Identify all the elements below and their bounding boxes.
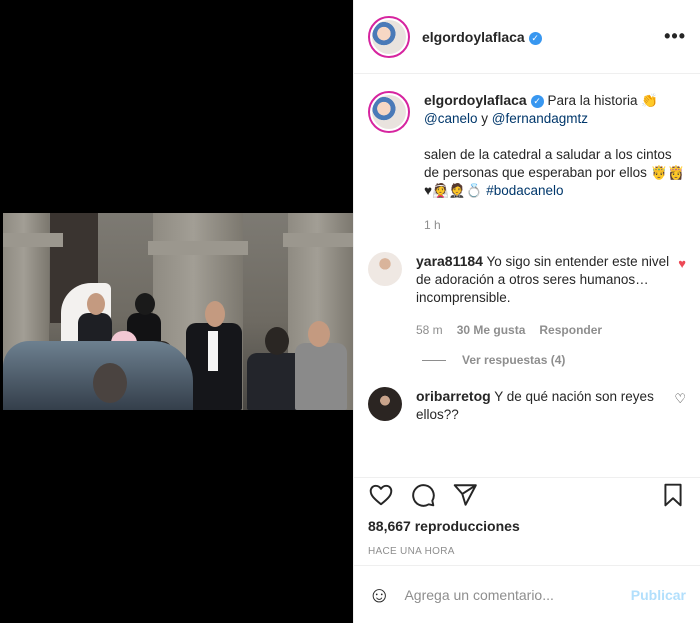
more-options-icon[interactable]: •••: [664, 26, 686, 47]
caption-avatar[interactable]: [368, 91, 410, 133]
view-replies-label: Ver respuestas (4): [462, 353, 566, 367]
post-header: elgordoylaflaca ✓ •••: [354, 0, 700, 74]
comment-icon[interactable]: [410, 482, 436, 508]
author-avatar[interactable]: [368, 15, 410, 58]
comment-composer: ☺ Publicar: [354, 565, 700, 623]
video-figure: [295, 343, 347, 410]
author-username[interactable]: elgordoylaflaca: [422, 29, 525, 45]
post-video[interactable]: [3, 213, 353, 410]
video-capital: [283, 233, 353, 247]
post-timestamp[interactable]: HACE UNA HORA: [368, 546, 686, 557]
comment-time[interactable]: 58 m: [416, 321, 443, 339]
comment-item: oribarretog Y de qué nación son reyes el…: [368, 387, 686, 424]
author-name: elgordoylaflaca ✓: [422, 29, 542, 45]
video-figure: [205, 301, 225, 327]
video-capital: [3, 233, 63, 247]
video-figure: [93, 363, 127, 403]
liked-heart-icon[interactable]: ♥: [678, 256, 686, 339]
comment-username[interactable]: oribarretog: [416, 388, 491, 404]
comment-body: yara81184 Yo sigo sin entender este nive…: [416, 252, 670, 339]
mention-link[interactable]: @canelo: [424, 111, 478, 126]
caption-paragraph: salen de la catedral a saludar a los cin…: [424, 146, 686, 200]
video-figure: [208, 331, 218, 371]
media-panel: [0, 0, 353, 623]
video-figure: [87, 293, 105, 315]
comment-username[interactable]: yara81184: [416, 253, 483, 269]
caption-time[interactable]: 1 h: [424, 216, 441, 234]
video-figure: [265, 327, 289, 355]
comment-item: yara81184 Yo sigo sin entender este nive…: [368, 252, 686, 339]
comment-body: oribarretog Y de qué nación son reyes el…: [416, 387, 666, 424]
like-icon[interactable]: [368, 482, 394, 508]
post-sidebar: elgordoylaflaca ✓ ••• elgordoylaflaca ✓ Pa…: [353, 0, 700, 623]
comment-meta: 58 m 30 Me gusta Responder: [416, 321, 670, 339]
emoji-icon[interactable]: ☺: [368, 582, 390, 608]
caption-body: elgordoylaflaca ✓ Para la historia 👏 @can…: [424, 91, 686, 234]
reply-button[interactable]: Responder: [539, 321, 602, 339]
video-capital: [148, 241, 248, 255]
action-icons: [368, 480, 686, 510]
mention-link[interactable]: @fernandagmtz: [492, 111, 588, 126]
view-count[interactable]: 88,667 reproducciones: [368, 518, 686, 534]
verified-icon: ✓: [528, 31, 542, 45]
publish-button[interactable]: Publicar: [631, 587, 686, 603]
video-figure: [135, 293, 155, 315]
video-figure: [308, 321, 330, 347]
view-replies-button[interactable]: Ver respuestas (4): [422, 353, 686, 367]
caption: elgordoylaflaca ✓ Para la historia 👏 @can…: [368, 91, 686, 234]
hashtag-link[interactable]: #bodacanelo: [486, 183, 563, 198]
caption-text: Para la historia 👏: [547, 93, 659, 108]
share-icon[interactable]: [452, 482, 478, 508]
caption-username[interactable]: elgordoylaflaca: [424, 92, 527, 108]
post-actions: 88,667 reproducciones HACE UNA HORA: [354, 477, 700, 557]
save-bookmark-icon[interactable]: [660, 482, 686, 508]
caption-meta: 1 h: [424, 216, 686, 234]
replies-divider: [422, 359, 446, 361]
comment-input[interactable]: [404, 586, 631, 603]
commenter-avatar[interactable]: [368, 387, 402, 421]
commenter-avatar[interactable]: [368, 252, 402, 286]
comment-likes[interactable]: 30 Me gusta: [457, 321, 526, 339]
comments-list: elgordoylaflaca ✓ Para la historia 👏 @can…: [354, 75, 700, 478]
caption-joiner: y: [477, 111, 492, 126]
like-heart-icon[interactable]: ♡: [674, 391, 686, 424]
verified-icon: ✓: [530, 95, 544, 108]
